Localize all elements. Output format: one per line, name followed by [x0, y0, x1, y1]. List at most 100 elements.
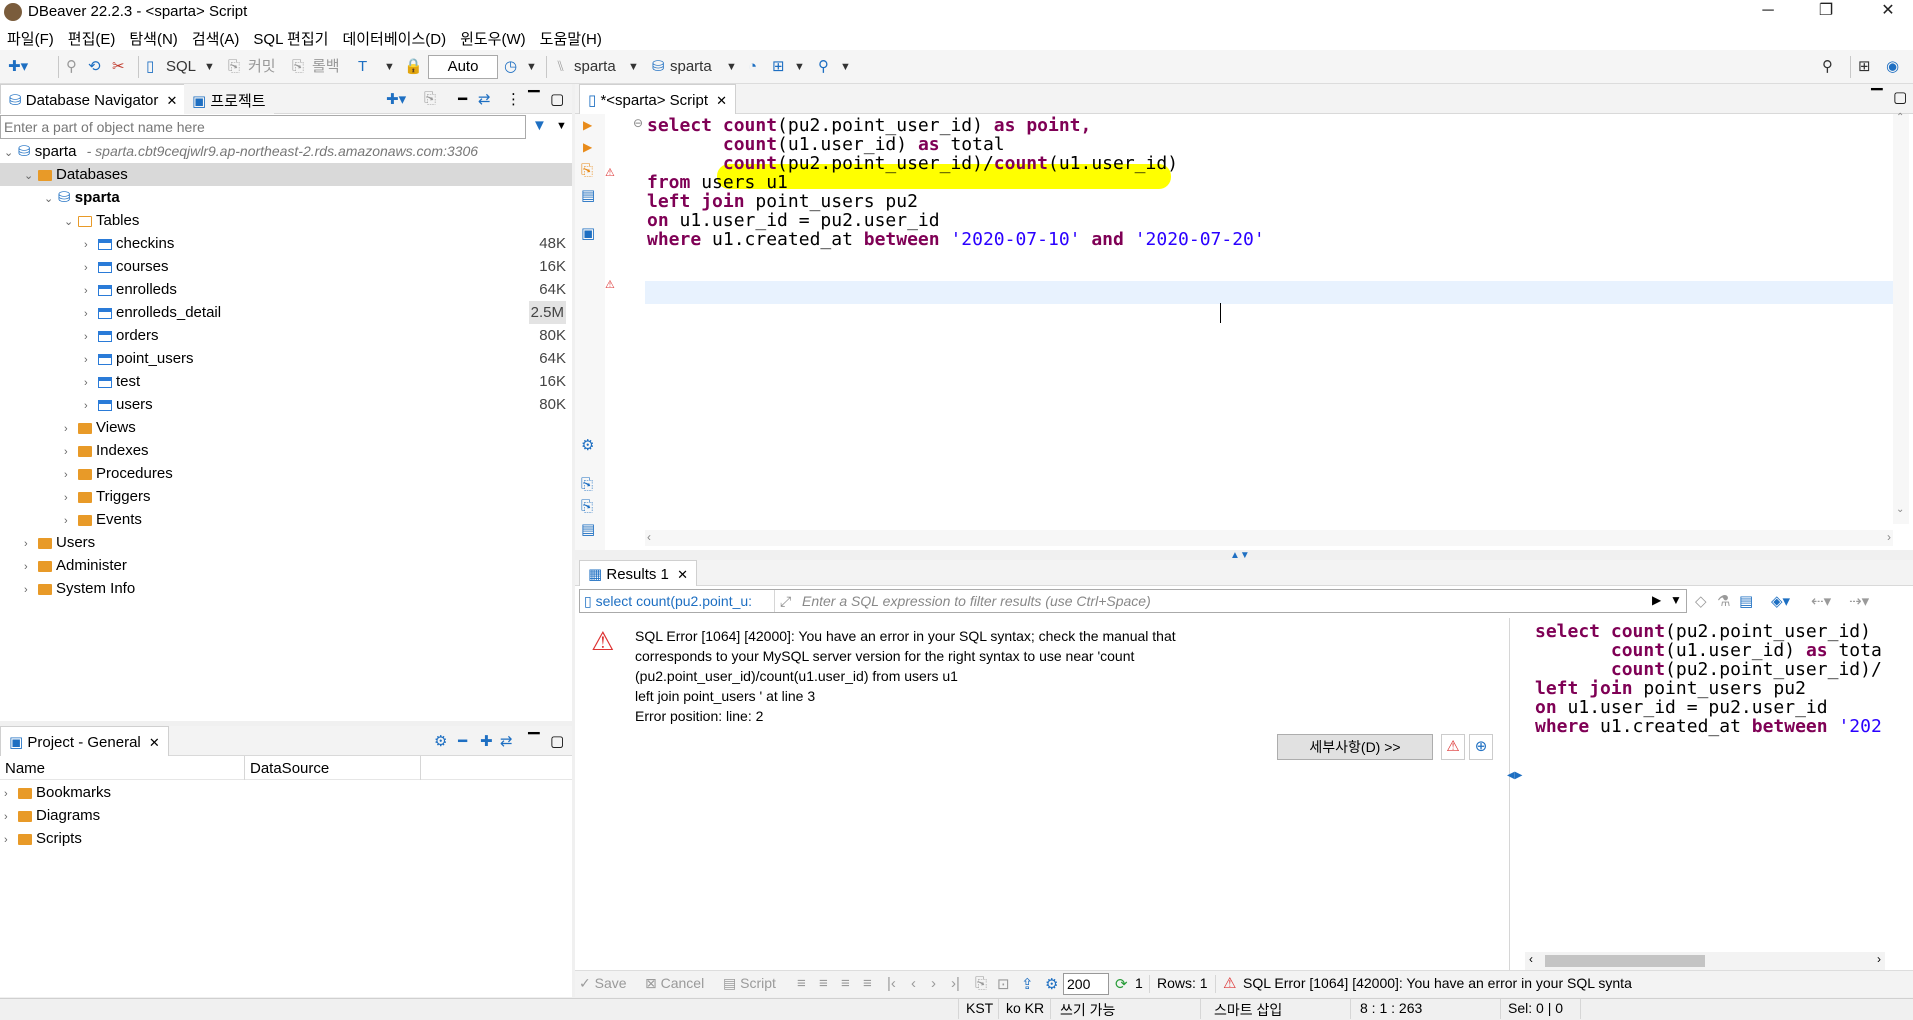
- scripts-node[interactable]: › Scripts: [4, 827, 82, 850]
- script-button[interactable]: ▤ Script: [723, 975, 776, 992]
- copy-row-icon[interactable]: ≡: [819, 975, 828, 992]
- auto-commit-field[interactable]: Auto: [428, 55, 498, 79]
- apply-filter-icon[interactable]: ▶: [1652, 593, 1661, 607]
- close-icon[interactable]: ✕: [1865, 0, 1911, 24]
- sql-editor-icon[interactable]: ▯: [146, 56, 154, 78]
- table-node-enrolleds-detail[interactable]: › enrolleds_detail 2.5M: [84, 301, 570, 324]
- table-node-enrolleds[interactable]: › enrolleds 64K: [84, 278, 570, 301]
- export-icon[interactable]: ⎘: [581, 476, 593, 493]
- project-expand-icon[interactable]: ✚: [480, 732, 493, 750]
- side-horizontal-scrollbar[interactable]: ‹ ›: [1525, 952, 1885, 970]
- sql-button[interactable]: SQL: [166, 56, 196, 78]
- funnel-icon[interactable]: ⚗: [1717, 592, 1730, 610]
- last-page-icon[interactable]: ›|: [951, 975, 960, 992]
- table-node-test[interactable]: › test 16K: [84, 370, 570, 393]
- fetch-next-icon[interactable]: ⎘: [975, 975, 987, 992]
- minimize-editor-icon[interactable]: ▔: [1871, 88, 1883, 106]
- fetch-all-icon[interactable]: ⊡: [997, 975, 1010, 993]
- rollback-icon[interactable]: ⎘: [292, 56, 304, 78]
- query-preview[interactable]: ▯ select count(pu2.point_u:: [584, 593, 752, 610]
- schema-dropdown-icon[interactable]: ▼: [726, 56, 737, 78]
- format-icon[interactable]: ▤: [581, 520, 595, 538]
- table-node-point-users[interactable]: › point_users 64K: [84, 347, 570, 370]
- tab-database-navigator[interactable]: ⛁ Database Navigator ✕: [0, 84, 187, 114]
- dashboard-icon[interactable]: ◔: [748, 56, 757, 78]
- tables-node[interactable]: ⌄ Tables: [64, 209, 139, 232]
- global-search-icon[interactable]: ⚲: [1822, 56, 1833, 78]
- table-node-users[interactable]: › users 80K: [84, 393, 570, 416]
- diagrams-node[interactable]: › Diagrams: [4, 804, 100, 827]
- menu-window[interactable]: 윈도우(W): [453, 24, 533, 53]
- active-datasource[interactable]: sparta: [574, 56, 616, 78]
- history-dropdown-icon[interactable]: ▼: [526, 56, 537, 78]
- load-plan-icon[interactable]: ▤: [581, 186, 595, 204]
- sql-dropdown-icon[interactable]: ▼: [204, 56, 215, 78]
- rollback-button[interactable]: 롤백: [312, 56, 340, 78]
- filter-history-icon[interactable]: ▼: [1670, 593, 1682, 607]
- maximize-panel-icon[interactable]: ▢: [550, 732, 564, 750]
- transaction-dropdown-icon[interactable]: ▼: [384, 56, 395, 78]
- transaction-mode-icon[interactable]: T: [358, 56, 367, 78]
- tab-results-1[interactable]: ▦ Results 1 ✕: [579, 560, 697, 586]
- tab-sparta-script[interactable]: ▯ *<sparta> Script ✕: [579, 84, 737, 114]
- administer-node[interactable]: › Administer: [24, 554, 127, 577]
- lock-icon[interactable]: 🔒: [404, 56, 423, 78]
- maximize-icon[interactable]: ❐: [1803, 0, 1849, 24]
- maximize-panel-icon[interactable]: ▢: [550, 90, 564, 108]
- add-row-icon[interactable]: ≡: [797, 975, 806, 992]
- procedures-node[interactable]: › Procedures: [64, 462, 173, 485]
- execute-statement-icon[interactable]: ▶: [583, 118, 592, 132]
- import-icon[interactable]: ⎘: [581, 498, 593, 515]
- system-info-node[interactable]: › System Info: [24, 577, 135, 600]
- fetch-size-input[interactable]: 200: [1063, 973, 1109, 995]
- clear-filter-icon[interactable]: ◇: [1695, 592, 1707, 610]
- first-page-icon[interactable]: |‹: [887, 975, 896, 992]
- nav-back-icon[interactable]: ⇠▾: [1811, 592, 1831, 610]
- tab-project[interactable]: ▣ 프로젝트: [184, 84, 274, 114]
- filter-icon[interactable]: ▼: [532, 117, 547, 134]
- details-button[interactable]: 세부사항(D) >>: [1277, 734, 1433, 760]
- close-tab-icon[interactable]: ✕: [716, 93, 727, 108]
- cancel-button[interactable]: ⊠ Cancel: [645, 975, 704, 992]
- collapse-nav-icon[interactable]: ⎘: [424, 90, 436, 107]
- maximize-editor-icon[interactable]: ▢: [1893, 88, 1907, 106]
- menu-file[interactable]: 파일(F): [0, 24, 61, 53]
- dbeaver-perspective-icon[interactable]: ◉: [1886, 56, 1899, 78]
- export-data-icon[interactable]: ⇪: [1021, 975, 1034, 993]
- active-schema[interactable]: sparta: [670, 56, 712, 78]
- table-node-courses[interactable]: › courses 16K: [84, 255, 570, 278]
- erd-dropdown-icon[interactable]: ▼: [794, 56, 805, 78]
- views-node[interactable]: › Views: [64, 416, 136, 439]
- results-settings-icon[interactable]: ⚙: [1045, 975, 1058, 993]
- minimize-nav-icon[interactable]: ━: [458, 90, 467, 108]
- nav-forward-icon[interactable]: ⇢▾: [1849, 592, 1869, 610]
- close-tab-icon[interactable]: ✕: [677, 567, 688, 582]
- minimize-icon[interactable]: ─: [1745, 0, 1791, 24]
- disconnect-icon[interactable]: ✂: [112, 56, 125, 78]
- project-link-icon[interactable]: ⇄: [500, 732, 513, 750]
- save-button[interactable]: ✓ Save: [579, 975, 627, 992]
- filter-dropdown-icon[interactable]: ▼: [556, 120, 567, 132]
- execute-script-icon[interactable]: ▶: [583, 140, 592, 154]
- error-log-icon[interactable]: ⚠: [1441, 734, 1465, 760]
- delete-row-icon[interactable]: ≡: [841, 975, 850, 992]
- sql-editor[interactable]: ▶ ▶ ⎘ ▤ ▣ ⚙ ⎘ ⎘ ▤ ⚠ ⚠ ⊖ select count(pu2…: [575, 112, 1913, 550]
- commit-button[interactable]: 커밋: [248, 56, 276, 78]
- bookmarks-node[interactable]: › Bookmarks: [4, 781, 111, 804]
- triggers-node[interactable]: › Triggers: [64, 485, 150, 508]
- search-dropdown-icon[interactable]: ▼: [840, 56, 851, 78]
- editor-vertical-scrollbar[interactable]: ⌃ ⌄: [1893, 112, 1909, 524]
- navigator-filter-input[interactable]: Enter a part of object name here: [0, 115, 526, 139]
- editor-horizontal-scrollbar[interactable]: ‹ ›: [645, 530, 1893, 546]
- reconnect-icon[interactable]: ⟲: [88, 56, 101, 78]
- close-tab-icon[interactable]: ✕: [167, 93, 178, 108]
- table-node-orders[interactable]: › orders 80K: [84, 324, 570, 347]
- next-page-icon[interactable]: ›: [931, 975, 936, 992]
- users-node[interactable]: › Users: [24, 531, 95, 554]
- schema-node[interactable]: ⌄ ⛁ sparta: [44, 186, 120, 209]
- indexes-node[interactable]: › Indexes: [64, 439, 149, 462]
- row-options-icon[interactable]: ≡: [863, 975, 872, 992]
- menu-navigate[interactable]: 탐색(N): [122, 24, 184, 53]
- minimize-panel-icon[interactable]: ▔: [528, 90, 540, 108]
- history-icon[interactable]: ◷: [504, 56, 517, 78]
